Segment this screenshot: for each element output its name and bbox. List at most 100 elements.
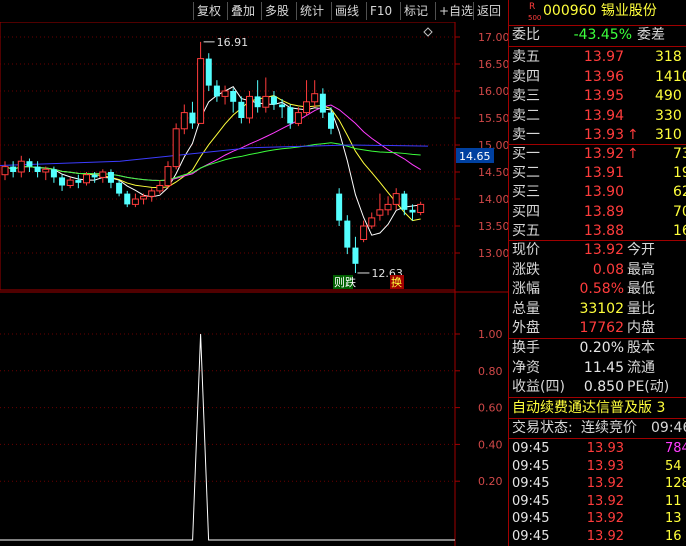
quote-value: 13.92: [583, 242, 624, 258]
candle-body: [116, 182, 123, 194]
quote-value: 0.08: [592, 261, 624, 278]
back-button[interactable]: 返回: [473, 2, 504, 20]
trade-status-row: 交易状态: 连续竞价 09:46: [509, 419, 686, 438]
price-axis-label: 15.50: [478, 112, 508, 125]
price-axis-label: 14.00: [478, 193, 508, 206]
ask-price: 13.96: [583, 68, 624, 85]
tick-time: 09:45: [512, 476, 550, 491]
weibi-row: 委比 -43.45% 委差: [509, 26, 686, 45]
overlay-button[interactable]: 叠加: [227, 2, 258, 20]
ask-row[interactable]: 卖一 13.93 ↑ 310: [509, 126, 686, 145]
quote-label-2: 量比: [627, 300, 655, 317]
quote-row: 总量 33102 量比: [509, 300, 686, 319]
indicator-axis-label: 0.40: [478, 438, 503, 451]
tick-time: 09:45: [512, 528, 550, 544]
candle-body: [66, 179, 74, 187]
kline-chart[interactable]: 17.0016.5016.0015.5015.0014.5014.0013.50…: [0, 22, 508, 546]
candle-body: [180, 112, 188, 130]
bid-price: 13.90: [583, 184, 624, 201]
current-price-label: 14.65: [459, 150, 491, 163]
candle-body: [131, 198, 139, 205]
bid-row[interactable]: 买四 13.89 70: [509, 203, 686, 222]
candle-body: [197, 58, 205, 124]
diamond-icon: [423, 27, 433, 37]
quote-label-2: 最低: [627, 281, 655, 297]
candle-body: [409, 209, 416, 213]
separator: [509, 438, 686, 439]
indicator-axis-label: 0.60: [478, 402, 503, 415]
bid-row[interactable]: 买二 13.91 190: [509, 164, 686, 183]
ticker-banner[interactable]: 自动续费通达信普及版 3: [509, 399, 686, 418]
ticker-text: 自动续费通达信普及版 3: [512, 400, 666, 416]
bid-row[interactable]: 买五 13.88 160: [509, 222, 686, 241]
tick-volume: 784: [665, 441, 686, 456]
candle-body: [262, 95, 270, 108]
candle-body: [417, 203, 425, 213]
candle-body: [42, 168, 50, 173]
ask-row[interactable]: 卖三 13.95 490: [509, 87, 686, 106]
fin-label: 换手: [512, 340, 540, 356]
quote-label: 涨幅: [512, 281, 540, 297]
quote-value: 17762: [579, 320, 624, 336]
tick-volume: 16: [665, 528, 682, 544]
fin-label-2: 股本: [627, 340, 655, 356]
price-axis-label: 17.00: [478, 31, 508, 44]
ma60-line: [0, 144, 429, 167]
candle-body: [230, 91, 237, 102]
indicator-axis-label: 0.80: [478, 365, 503, 378]
candle-body: [164, 166, 172, 187]
add-watchlist-button[interactable]: +自选: [435, 2, 476, 20]
mark-button[interactable]: 标记: [400, 2, 431, 20]
quote-label-2: 内盘: [627, 320, 655, 336]
trade-status-label: 交易状态:: [512, 420, 573, 436]
candle-body: [384, 203, 392, 211]
ask-price: 13.95: [583, 88, 624, 104]
ask-volume: 318: [655, 49, 682, 65]
price-axis-label: 13.50: [478, 220, 508, 233]
tick-price: 13.93: [586, 441, 624, 456]
candle-body: [124, 193, 131, 205]
price-axis-label: 14.50: [478, 166, 508, 179]
candle-body: [246, 95, 253, 119]
quote-label: 现价: [512, 242, 540, 258]
tick-volume: 54: [665, 458, 682, 474]
fin-value: 0.850: [583, 379, 624, 395]
candle-body: [148, 190, 156, 197]
ask-row[interactable]: 卖二 13.94 330: [509, 107, 686, 126]
ask-price: 13.97: [583, 49, 624, 65]
draw-line-button[interactable]: 画线: [331, 2, 362, 20]
sell-marker: 则跌: [334, 275, 356, 289]
f10-button[interactable]: F10: [366, 2, 395, 20]
bid-label: 买二: [512, 165, 540, 182]
ask-row[interactable]: 卖四 13.96 1410: [509, 68, 686, 87]
candle-body: [99, 171, 107, 178]
candle-body: [205, 58, 212, 86]
candle-body: [59, 177, 66, 186]
multi-stock-button[interactable]: 多股: [261, 2, 292, 20]
candle-body: [10, 166, 17, 172]
bid-row[interactable]: 买三 13.90 627: [509, 183, 686, 202]
candle-body: [311, 93, 319, 103]
tick-row: 09:45 13.92 13: [509, 510, 686, 527]
ask-label: 卖四: [512, 68, 540, 85]
bid-volume: 627: [673, 184, 686, 201]
separator: [509, 397, 686, 398]
up-arrow-icon: ↑: [627, 127, 639, 143]
ask-label: 卖五: [512, 49, 540, 65]
candle-body: [156, 185, 164, 192]
candle-body: [319, 93, 326, 113]
candle-body: [360, 225, 368, 240]
candle-body: [368, 217, 376, 227]
ask-row[interactable]: 卖五 13.97 318: [509, 48, 686, 67]
candle-body: [328, 112, 334, 129]
fin-label: 净资: [512, 359, 540, 376]
bid-row[interactable]: 买一 13.92↑ 73: [509, 145, 686, 164]
weibi-label: 委比: [512, 27, 540, 43]
weicha-label: 委差: [637, 27, 665, 43]
stats-button[interactable]: 统计: [296, 2, 327, 20]
fuquan-button[interactable]: 复权: [193, 2, 224, 20]
quote-label: 涨跌: [512, 261, 540, 278]
ask-label: 卖一: [512, 127, 540, 143]
ma20-line: [4, 104, 421, 182]
main-pane-border: [0, 22, 456, 291]
